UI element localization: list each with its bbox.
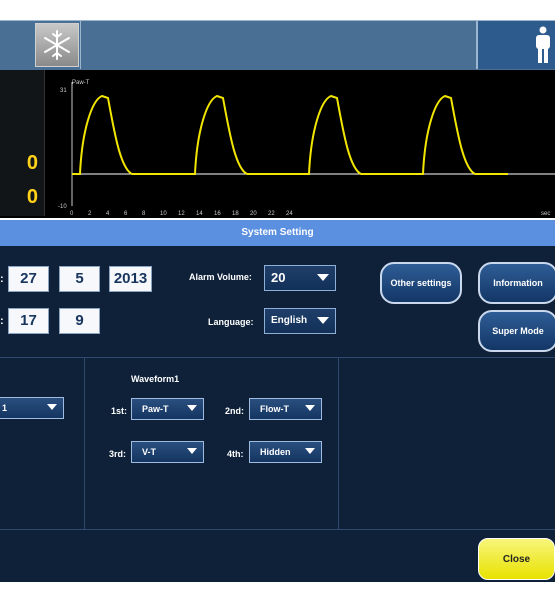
x-tick-label: 12 [178, 211, 185, 216]
time-field-hour[interactable]: 17 [8, 308, 49, 334]
dialog-title: System Setting [241, 227, 314, 238]
waveform-slot-1-value: Paw-T [142, 404, 169, 414]
waveform-trace [72, 94, 508, 175]
time-separator: : [0, 315, 4, 327]
waveform-slot-3-value: V-T [142, 447, 157, 457]
pressure-waveform-chart: Paw-T 31 -10 0 2 4 6 8 10 12 14 16 18 20 22 24 sec [58, 80, 555, 216]
date-field-2[interactable]: 5 [59, 266, 100, 292]
system-setting-panel: : 27 5 2013 : 17 9 Alarm Volume: 20 Lang… [0, 246, 555, 582]
waveform-slot-4-value: Hidden [260, 447, 291, 457]
top-toolbar [0, 20, 555, 72]
measured-value-bottom: 0 [26, 186, 38, 208]
time-field-minute[interactable]: 9 [59, 308, 100, 334]
left-dropdown-value: 1 [2, 403, 8, 413]
waveform-slot-4-dropdown[interactable]: Hidden [249, 441, 322, 463]
information-button[interactable]: Information [478, 262, 555, 304]
other-settings-button[interactable]: Other settings [380, 262, 462, 304]
section-divider [338, 357, 339, 529]
super-mode-button[interactable]: Super Mode [478, 310, 555, 352]
x-tick-label: 22 [268, 211, 275, 216]
patient-button[interactable] [478, 21, 555, 69]
left-dropdown[interactable]: 1 [0, 397, 64, 419]
chevron-down-icon [187, 448, 197, 454]
waveform-slot-3-label: 3rd: [109, 449, 127, 459]
x-tick-label: 2 [88, 211, 92, 216]
waveform-slot-2-value: Flow-T [260, 404, 289, 414]
x-tick-label: 10 [160, 211, 167, 216]
chevron-down-icon [47, 404, 57, 410]
waveform-x-unit: sec [541, 211, 550, 216]
section-divider [0, 529, 555, 530]
measured-value-top: 0 [26, 152, 38, 174]
waveform-slot-2-label: 2nd: [225, 406, 244, 416]
chevron-down-icon [305, 448, 315, 454]
waveform-slot-4-label: 4th: [227, 449, 244, 459]
section-divider [84, 357, 85, 529]
date-field-1[interactable]: 27 [8, 266, 49, 292]
x-tick-label: 0 [70, 211, 74, 216]
x-tick-label: 14 [196, 211, 203, 216]
waveform-y-max: 31 [60, 88, 67, 94]
waveform-slot-1-label: 1st: [111, 406, 128, 416]
dialog-title-bar: System Setting [0, 220, 555, 246]
date-separator: : [0, 273, 4, 285]
alarm-volume-label: Alarm Volume: [189, 272, 252, 282]
person-icon [536, 26, 550, 63]
waveform-monitor: 0 0 Paw-T 31 -10 0 2 4 6 8 10 12 14 16 18 20 22 24 s… [0, 70, 555, 218]
toolbar-divider [80, 21, 81, 69]
chevron-down-icon [317, 274, 329, 281]
chevron-down-icon [187, 405, 197, 411]
x-tick-label: 24 [286, 211, 293, 216]
freeze-button[interactable] [35, 23, 79, 67]
waveform-slot-2-dropdown[interactable]: Flow-T [249, 398, 322, 420]
alarm-volume-dropdown[interactable]: 20 [264, 265, 336, 291]
x-tick-label: 20 [250, 211, 257, 216]
close-button[interactable]: Close [478, 538, 555, 580]
waveform-x-ticks: 0 2 4 6 8 10 12 14 16 18 20 22 24 [70, 211, 293, 216]
snowflake-icon [44, 30, 70, 60]
x-tick-label: 18 [232, 211, 239, 216]
chevron-down-icon [305, 405, 315, 411]
alarm-volume-value: 20 [271, 270, 286, 285]
waveform-slot-1-dropdown[interactable]: Paw-T [131, 398, 204, 420]
waveform-group-title: Waveform1 [131, 374, 180, 384]
date-field-year[interactable]: 2013 [109, 266, 152, 292]
waveform-slot-3-dropdown[interactable]: V-T [131, 441, 204, 463]
language-dropdown[interactable]: English [264, 308, 336, 334]
waveform-y-min: -10 [58, 204, 67, 210]
language-value: English [271, 315, 308, 326]
chevron-down-icon [317, 317, 329, 324]
x-tick-label: 4 [106, 211, 110, 216]
measured-values-panel: 0 0 [0, 70, 45, 216]
x-tick-label: 16 [214, 211, 221, 216]
language-label: Language: [208, 317, 254, 327]
x-tick-label: 8 [142, 211, 146, 216]
waveform-label: Paw-T [72, 80, 90, 86]
x-tick-label: 6 [124, 211, 128, 216]
